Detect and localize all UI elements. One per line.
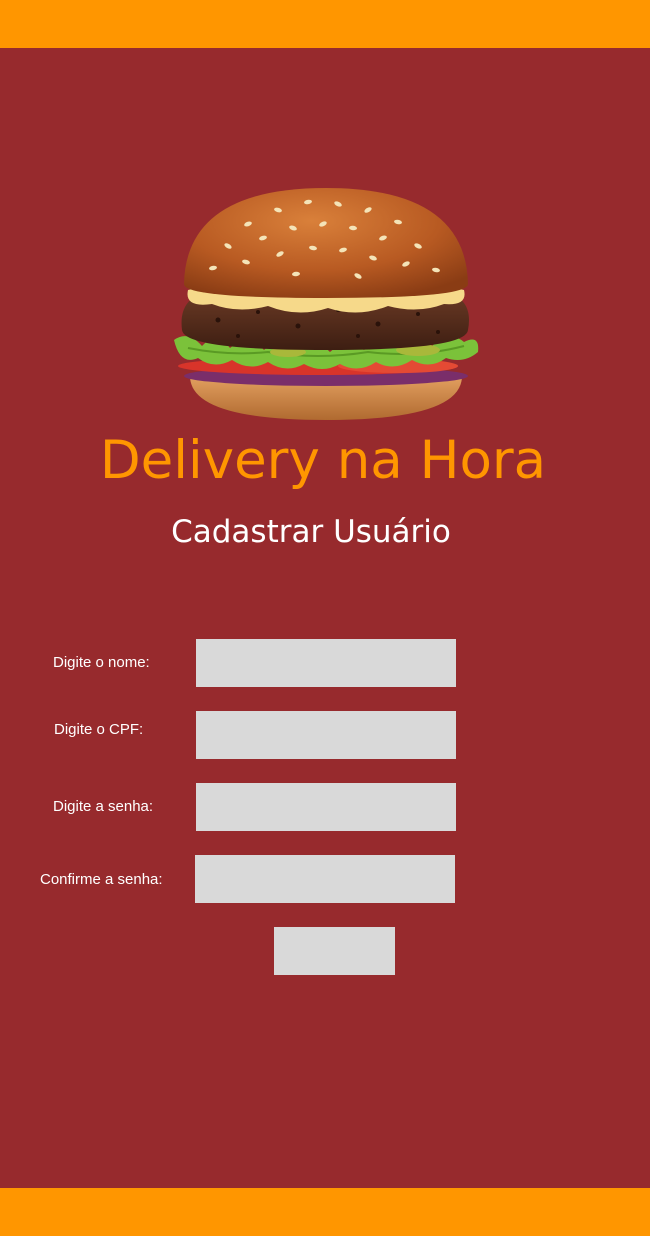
- page-title: Cadastrar Usuário: [171, 514, 451, 550]
- confirm-password-input[interactable]: [195, 855, 455, 903]
- app-title: Delivery na Hora: [99, 430, 547, 491]
- password-label: Digite a senha:: [53, 798, 154, 815]
- burger-image: [174, 188, 479, 420]
- name-label: Digite o nome:: [53, 654, 150, 671]
- confirm-password-label: Confirme a senha:: [40, 871, 163, 888]
- cpf-label: Digite o CPF:: [54, 721, 144, 738]
- cpf-input[interactable]: [196, 711, 456, 759]
- bottom-accent-bar: [0, 1188, 650, 1236]
- name-input[interactable]: [196, 639, 456, 687]
- password-input[interactable]: [196, 783, 456, 831]
- top-accent-bar: [0, 0, 650, 48]
- submit-button[interactable]: [274, 927, 395, 975]
